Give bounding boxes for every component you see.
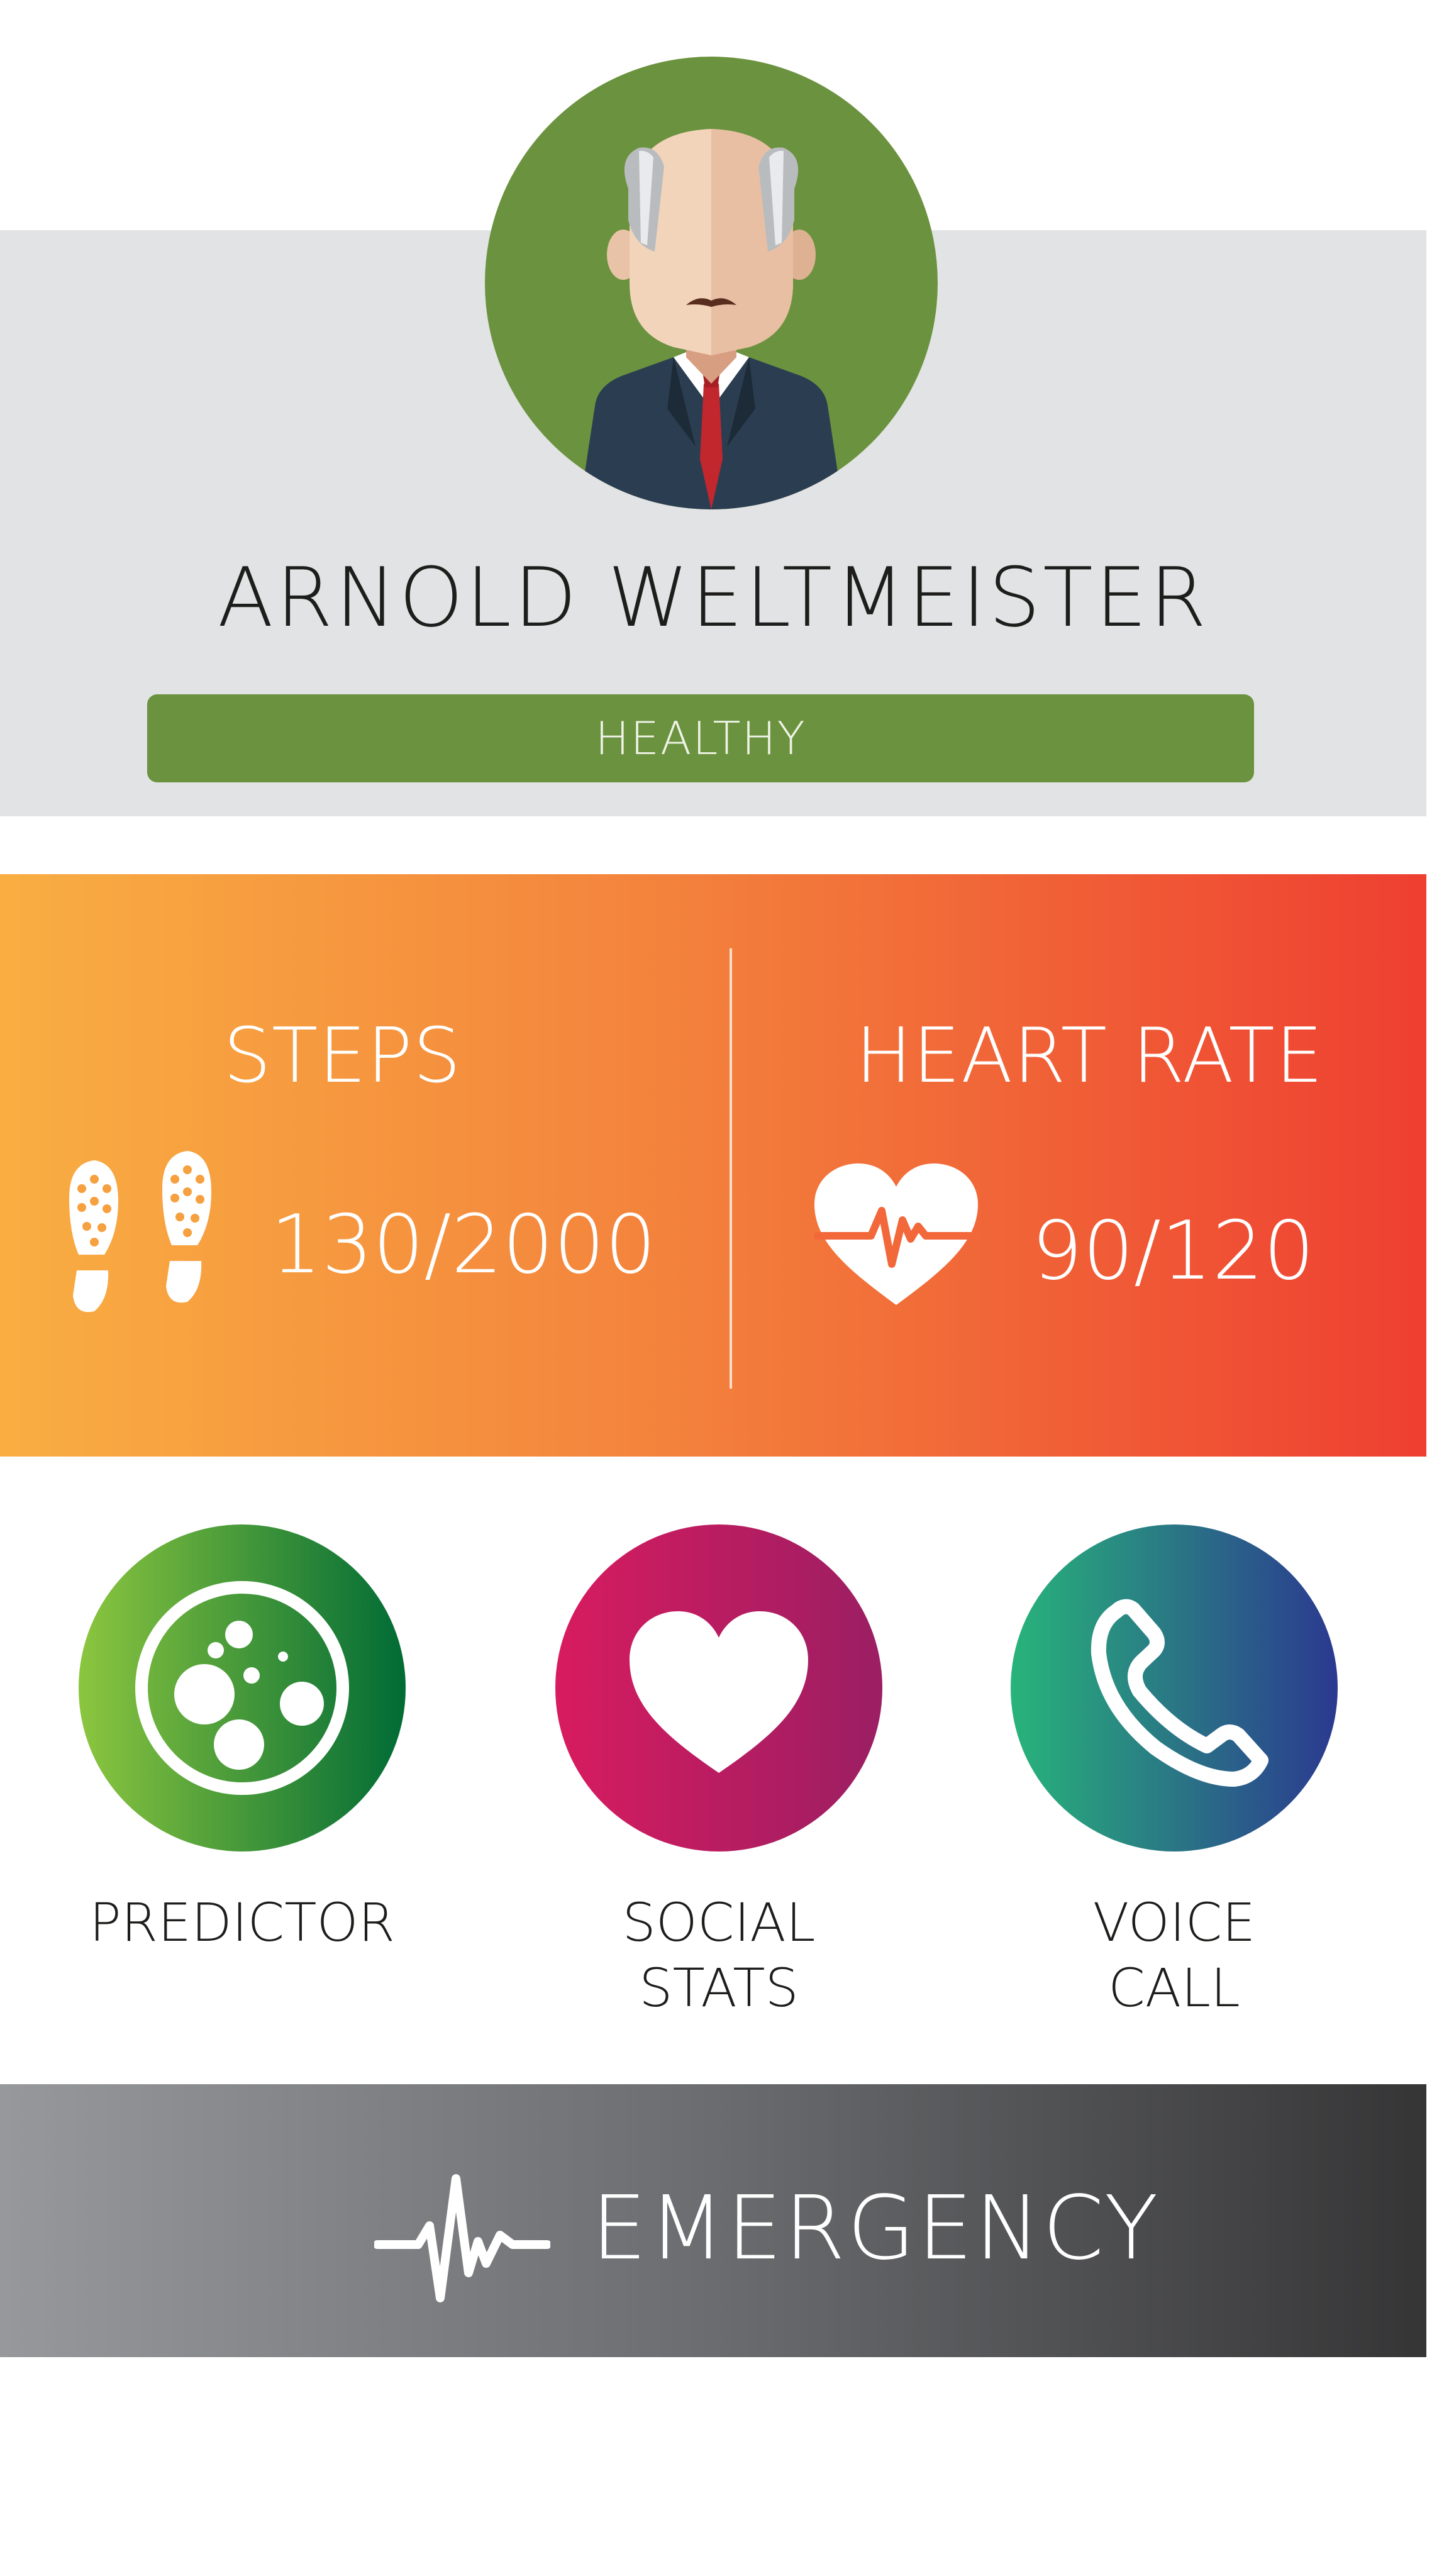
predictor-button[interactable] — [79, 1524, 406, 1852]
heart-icon — [555, 1524, 882, 1852]
emergency-label: EMERGENCY — [591, 2177, 1160, 2280]
status-badge: HEALTHY — [147, 694, 1254, 782]
voice-call-label-line2: CALL — [1108, 1957, 1240, 2019]
heart-pulse-icon — [814, 1163, 980, 1305]
status-label: HEALTHY — [595, 712, 806, 765]
vitals-divider — [730, 948, 732, 1389]
predictor-label: PREDICTOR — [89, 1892, 395, 1953]
elderly-man-avatar-icon — [579, 129, 843, 509]
social-stats-label-line2: STATS — [639, 1957, 799, 2019]
voice-call-label-line1: VOICE — [1092, 1892, 1256, 1953]
pulse-line-icon — [374, 2174, 550, 2302]
vitals-panel: STEPS 130/2000 HEART RATE 90/120 — [0, 874, 1426, 1457]
cells-icon — [79, 1524, 406, 1852]
avatar[interactable] — [485, 57, 938, 509]
social-stats-button[interactable] — [555, 1524, 882, 1852]
steps-title: STEPS — [223, 1013, 462, 1100]
social-stats-label-line1: SOCIAL — [622, 1892, 816, 1953]
heart-rate-title: HEART RATE — [855, 1013, 1324, 1100]
phone-icon — [1011, 1524, 1338, 1852]
steps-value: 130/2000 — [270, 1198, 657, 1292]
heart-rate-value: 90/120 — [1031, 1204, 1315, 1298]
footprints-icon — [69, 1151, 211, 1313]
voice-call-button[interactable] — [1011, 1524, 1338, 1852]
social-stats-label: SOCIAL STATS — [530, 1890, 908, 2021]
patient-name: ARNOLD WELTMEISTER — [217, 550, 1209, 645]
emergency-button[interactable]: EMERGENCY — [0, 2084, 1426, 2357]
voice-call-label: VOICE CALL — [985, 1890, 1363, 2021]
